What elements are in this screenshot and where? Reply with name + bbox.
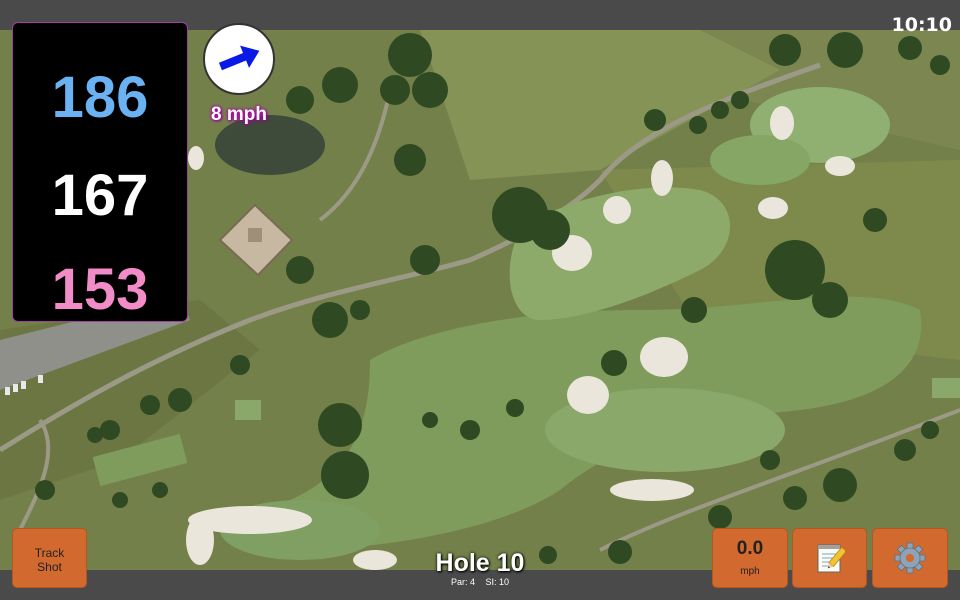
distance-panel: 186 167 153 — [12, 22, 188, 322]
track-shot-label-line2: Shot — [37, 560, 62, 574]
hole-par: Par: 4 — [450, 577, 475, 587]
notes-button[interactable] — [792, 528, 867, 588]
speed-unit: mph — [740, 566, 760, 577]
hole-stroke-index: SI: 10 — [485, 577, 510, 587]
arrow-east-northeast-icon — [218, 45, 260, 71]
gear-icon — [894, 542, 926, 574]
wind-direction-indicator — [203, 23, 275, 95]
track-shot-button[interactable]: Track Shot — [12, 528, 87, 588]
track-shot-label-line1: Track — [34, 546, 65, 560]
wind-speed-label: 8 mph — [211, 104, 267, 125]
clock-time: 10:10 — [891, 14, 952, 36]
speed-value: 0.0 — [736, 538, 764, 559]
notepad-icon — [817, 544, 845, 573]
hole-title: Hole 10 — [435, 549, 525, 577]
settings-button[interactable] — [872, 528, 948, 588]
distance-to-middle: 167 — [51, 163, 149, 228]
distance-to-front: 153 — [51, 257, 149, 322]
distance-to-back: 186 — [51, 65, 149, 130]
speed-button[interactable]: 0.0 mph — [712, 528, 788, 588]
hole-info: Par: 4 SI: 10 — [380, 577, 580, 588]
